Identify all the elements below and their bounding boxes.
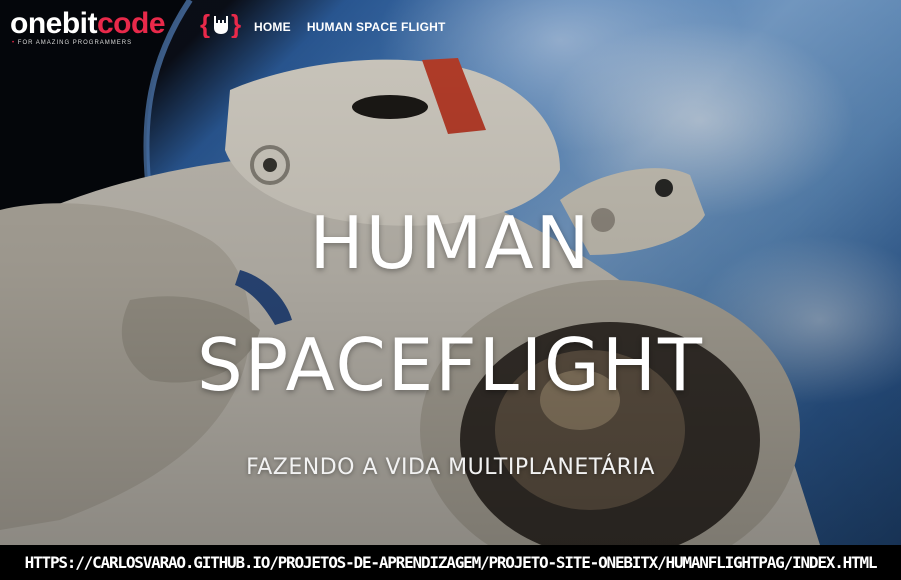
page-title: HUMAN SPACEFLIGHT bbox=[0, 182, 901, 426]
rock-hand-icon: { } bbox=[200, 10, 241, 38]
url-banner: HTTPS://CARLOSVARAO.GITHUB.IO/PROJETOS-D… bbox=[0, 545, 901, 580]
logo-tagline: • FOR AMAZING PROGRAMMERS bbox=[12, 40, 133, 46]
brand-logo[interactable]: onebitcode { } • FOR AMAZING PROGRAMMERS bbox=[10, 8, 245, 50]
main-nav: HOME HUMAN SPACE FLIGHT bbox=[254, 20, 446, 34]
svg-text:{: { bbox=[200, 10, 210, 38]
page-subtitle: FAZENDO A VIDA MULTIPLANETÁRIA bbox=[246, 455, 655, 480]
logo-wordmark: onebitcode bbox=[10, 7, 166, 40]
logo-word-white: onebit bbox=[10, 7, 98, 40]
logo-word-accent: code bbox=[97, 7, 166, 40]
nav-link-home[interactable]: HOME bbox=[254, 20, 291, 34]
page-title-line-2: SPACEFLIGHT bbox=[197, 323, 704, 407]
page: onebitcode { } • FOR AMAZING PROGRAMMERS… bbox=[0, 0, 901, 580]
page-title-line-1: HUMAN bbox=[309, 201, 592, 285]
nav-link-human-space-flight[interactable]: HUMAN SPACE FLIGHT bbox=[307, 20, 446, 34]
svg-text:}: } bbox=[231, 10, 241, 38]
url-text: HTTPS://CARLOSVARAO.GITHUB.IO/PROJETOS-D… bbox=[24, 553, 878, 572]
navbar: onebitcode { } • FOR AMAZING PROGRAMMERS… bbox=[0, 0, 901, 56]
